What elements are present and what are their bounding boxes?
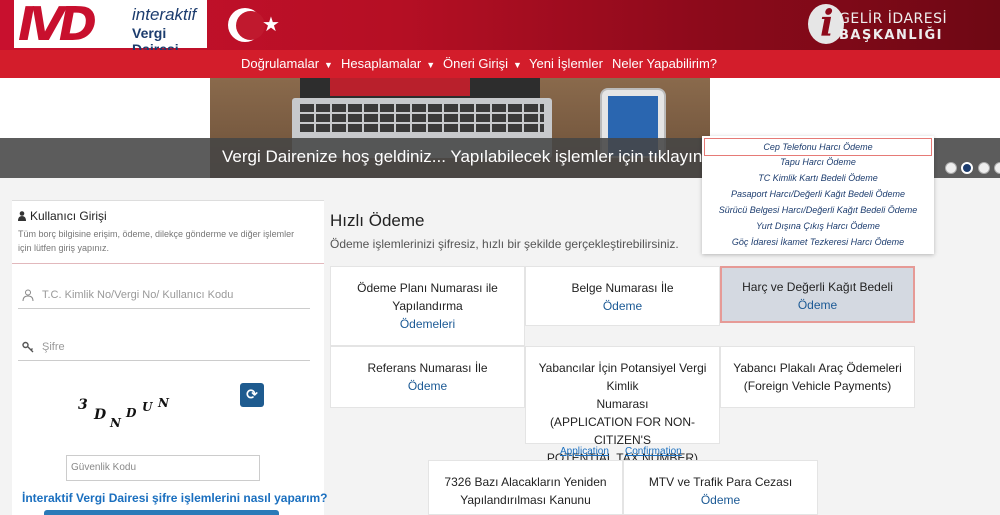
nav-label: Neler Yapabilirim? (612, 56, 718, 71)
card-link[interactable]: Ödeme (722, 296, 913, 314)
nav-label: Doğrulamalar (241, 56, 320, 71)
nav-yeni-islemler[interactable]: Yeni İşlemler (529, 50, 603, 78)
login-panel: Kullanıcı Girişi Tüm borç bilgisine eriş… (12, 200, 327, 515)
username-field[interactable]: T.C. Kimlik No/Vergi No/ Kullanıcı Kodu (18, 281, 310, 309)
user-outline-icon (22, 289, 34, 301)
card-yabanci-plakali[interactable]: Yabancı Plakalı Araç Ödemeleri (Foreign … (720, 346, 915, 408)
harc-dropdown-menu: Cep Telefonu Harcı Ödeme Tapu Harcı Ödem… (702, 136, 934, 254)
nav-hesaplamalar[interactable]: Hesaplamalar ▼ (341, 50, 435, 78)
login-title-text: Kullanıcı Girişi (30, 209, 107, 223)
card-title: MTV ve Trafik Para Cezası (648, 475, 793, 489)
site-header: IVD interaktif Vergi Dairesi ★ i GELİR İ… (0, 0, 1000, 57)
security-code-input[interactable]: Güvenlik Kodu (66, 455, 260, 481)
login-title: Kullanıcı Girişi (18, 209, 107, 223)
nav-neler-yapabilirim[interactable]: Neler Yapabilirim? (612, 50, 717, 78)
keyboard-row (300, 114, 544, 122)
divider (12, 263, 324, 264)
dropdown-item-goc-idaresi[interactable]: Göç İdaresi İkamet Tezkeresi Harcı Ödeme (702, 234, 934, 250)
user-icon (18, 211, 26, 221)
turkish-flag-icon: ★ (214, 0, 304, 50)
hero-caption[interactable]: Vergi Dairenize hoş geldiniz... Yapılabi… (222, 145, 702, 169)
nav-label: Yeni İşlemler (529, 56, 603, 71)
quick-pay-title: Hızlı Ödeme (330, 211, 425, 230)
password-placeholder: Şifre (42, 341, 65, 353)
card-title: (Foreign Vehicle Payments) (743, 379, 892, 393)
security-code-placeholder: Güvenlik Kodu (71, 462, 137, 473)
confirmation-link[interactable]: Confirmation (625, 446, 682, 458)
ivd-logo-text-interaktif: interaktif (132, 5, 197, 24)
card-belge-numarasi[interactable]: Belge Numarası İle Ödeme (525, 266, 720, 326)
card-referans-numarasi[interactable]: Referans Numarası İle Ödeme (330, 346, 525, 408)
slider-dot-active[interactable] (961, 162, 973, 174)
caret-down-icon: ▼ (513, 60, 522, 70)
captcha-char: D (126, 406, 137, 420)
keyboard-row (300, 104, 544, 112)
dropdown-item-tapu[interactable]: Tapu Harcı Ödeme (702, 154, 934, 170)
username-placeholder: T.C. Kimlik No/Vergi No/ Kullanıcı Kodu (42, 289, 234, 301)
card-title: Belge Numarası İle (571, 281, 674, 295)
captcha-image: 3 D N D U N (72, 396, 182, 436)
keyboard-row (300, 124, 544, 132)
caret-down-icon: ▼ (324, 60, 333, 70)
card-title: (APPLICATION FOR NON-CITIZEN'S (549, 415, 696, 447)
card-harc-degerli-kagit[interactable]: Harç ve Değerli Kağıt Bedeli Ödeme (720, 266, 915, 323)
password-help-link[interactable]: İnteraktif Vergi Dairesi şifre işlemleri… (22, 491, 327, 505)
ivd-logo[interactable]: IVD interaktif Vergi Dairesi (14, 0, 207, 57)
application-link[interactable]: Application (560, 446, 609, 458)
key-icon (22, 341, 34, 353)
dropdown-item-surucu-belgesi[interactable]: Sürücü Belgesi Harcı/Değerli Kağıt Bedel… (702, 202, 934, 218)
card-7326-kanunu[interactable]: 7326 Bazı Alacakların Yeniden Yapılandır… (428, 460, 623, 515)
login-button[interactable] (44, 510, 279, 515)
card-mtv-trafik[interactable]: MTV ve Trafik Para Cezası Ödeme (623, 460, 818, 515)
nav-label: Hesaplamalar (341, 56, 422, 71)
card-title: Numarası (596, 397, 649, 411)
card-odeme-plani[interactable]: Ödeme Planı Numarası ile Yapılandırma Öd… (330, 266, 525, 346)
slider-dot[interactable] (978, 162, 990, 174)
captcha-char: N (110, 416, 121, 430)
caret-down-icon: ▼ (426, 60, 436, 70)
quick-pay-subtitle: Ödeme işlemlerinizi şifresiz, hızlı bir … (330, 237, 679, 251)
card-title: 7326 Bazı Alacakların Yeniden (444, 475, 607, 489)
laptop-screen-image (330, 78, 470, 96)
refresh-icon: ⟳ (246, 387, 258, 403)
card-potansiyel-vkn[interactable]: Yabancılar İçin Potansiyel Vergi Kimlik … (525, 346, 720, 465)
login-description: Tüm borç bilgisine erişim, ödeme, dilekç… (18, 229, 295, 253)
nav-oneri-girisi[interactable]: Öneri Girişi ▼ (443, 50, 522, 78)
nav-dogrulamalar[interactable]: Doğrulamalar ▼ (241, 50, 333, 78)
dropdown-item-pasaport[interactable]: Pasaport Harcı/Değerli Kağıt Bedeli Ödem… (702, 186, 934, 202)
captcha-char: 3 (78, 397, 88, 413)
dropdown-item-yurt-disi[interactable]: Yurt Dışına Çıkış Harcı Ödeme (702, 218, 934, 234)
card-link[interactable]: Ödemeleri (331, 315, 524, 333)
gib-logo-text-line2: BAŞKANLIĞI (839, 28, 943, 43)
dropdown-item-tc-kimlik[interactable]: TC Kimlik Kartı Bedeli Ödeme (702, 170, 934, 186)
captcha-char: D (94, 407, 107, 423)
card-link[interactable]: Ödeme (526, 297, 719, 315)
captcha-char: U (142, 400, 153, 414)
card-title: Yabancılar İçin Potansiyel Vergi Kimlik (538, 361, 707, 393)
card-title: Ödeme Planı Numarası ile (357, 281, 498, 295)
slider-dot[interactable] (945, 162, 957, 174)
main-nav: Doğrulamalar ▼ Hesaplamalar ▼ Öneri Girişi… (0, 50, 1000, 78)
card-link[interactable]: Ödeme (331, 377, 524, 395)
nav-label: Öneri Girişi (443, 56, 509, 71)
gib-logo-text-line1: GELİR İDARESİ (839, 11, 948, 27)
card-title: Yapılandırma (392, 299, 463, 313)
card-title: Yabancı Plakalı Araç Ödemeleri (733, 361, 902, 375)
card-link[interactable]: Ödeme (624, 491, 817, 509)
card-title: Yapılandırılması Kanunu (460, 493, 591, 507)
captcha-char: N (158, 396, 169, 410)
card-title: Harç ve Değerli Kağıt Bedeli (742, 280, 893, 294)
ivd-logo-mark: IVD (18, 0, 97, 51)
refresh-captcha-button[interactable]: ⟳ (240, 383, 264, 407)
slider-dot[interactable] (994, 162, 1000, 174)
card-title: Referans Numarası İle (367, 361, 488, 375)
password-field[interactable]: Şifre (18, 333, 310, 361)
